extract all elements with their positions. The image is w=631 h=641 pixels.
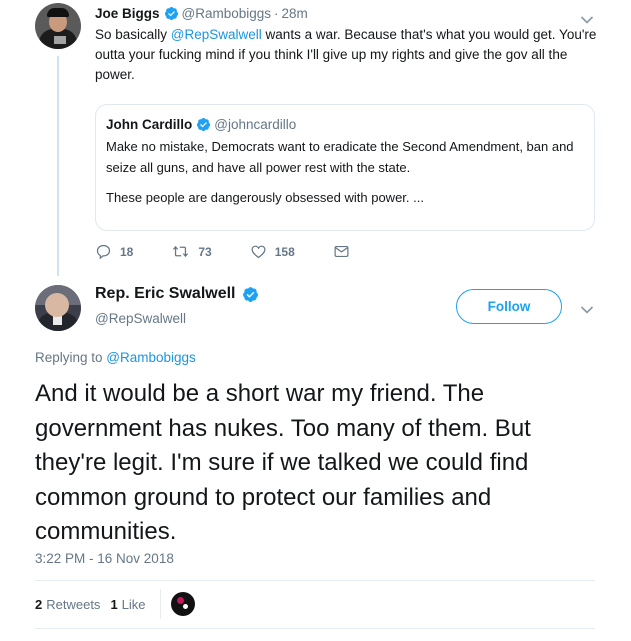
tweet2-text: And it would be a short war my friend. T… (35, 380, 531, 545)
replying-to-handle-link[interactable]: @Rambobiggs (106, 350, 196, 365)
tweet2-author-name[interactable]: Rep. Eric Swalwell (95, 285, 236, 303)
stats-separator (160, 589, 161, 619)
likes-label: Like (121, 597, 146, 612)
like-count: 158 (274, 244, 295, 259)
quoted-tweet-text-continued: These people are dangerously obsessed wi… (106, 190, 424, 205)
quoted-author-handle: @johncardillo (214, 117, 297, 132)
quoted-tweet-card[interactable]: John Cardillo @johncardillo Make no mist… (95, 104, 595, 231)
likes-stat[interactable]: 1 Like (110, 597, 145, 612)
liker-avatar[interactable] (171, 592, 195, 616)
tweet2-stats: 2 Retweets 1 Like (35, 597, 156, 612)
quoted-tweet-text: Make no mistake, Democrats want to eradi… (106, 139, 574, 175)
tweet1-text-before: So basically (95, 27, 171, 42)
retweet-icon (173, 245, 189, 258)
tweet1-time[interactable]: 28m (282, 6, 308, 21)
reply-button[interactable]: 18 (95, 243, 133, 260)
like-button[interactable]: 158 (250, 243, 295, 260)
tweet2-timestamp[interactable]: 3:22 PM - 16 Nov 2018 (35, 551, 174, 566)
quoted-tweet-header: John Cardillo @johncardillo (106, 117, 594, 132)
separator-dot: · (274, 6, 279, 21)
quoted-author-name: John Cardillo (106, 117, 193, 132)
verified-badge-icon (242, 286, 259, 303)
avatar-eric-swalwell[interactable] (35, 285, 81, 331)
tweet1-text: So basically @RepSwalwell wants a war. B… (95, 25, 605, 85)
retweets-label: Retweets (46, 597, 101, 612)
reply-count: 18 (120, 244, 134, 259)
direct-message-button[interactable] (333, 243, 358, 260)
follow-button[interactable]: Follow (456, 289, 562, 324)
replying-to-label: Replying to (35, 350, 107, 365)
tweet1-author-name[interactable]: Joe Biggs (95, 6, 160, 21)
tweet1-header: Joe Biggs @Rambobiggs · 28m (95, 6, 308, 21)
retweet-button[interactable]: 73 (171, 243, 212, 260)
tweet1-action-bar: 18 73 158 (95, 243, 396, 260)
retweet-count: 73 (198, 244, 212, 259)
chevron-down-icon[interactable] (580, 302, 594, 314)
like-icon (251, 245, 266, 259)
retweets-count: 2 (35, 597, 43, 612)
reply-icon (96, 244, 111, 260)
thread-connector-line (57, 56, 59, 276)
avatar-joe-biggs[interactable] (35, 3, 81, 49)
verified-badge-icon (196, 117, 211, 132)
replying-to: Replying to @Rambobiggs (35, 350, 196, 365)
tweet2-author: Rep. Eric Swalwell (95, 285, 262, 303)
tweet2-author-handle[interactable]: @RepSwalwell (95, 311, 186, 326)
divider (35, 628, 595, 629)
tweet1-author-handle[interactable]: @Rambobiggs (182, 6, 272, 21)
retweets-stat[interactable]: 2 Retweets (35, 597, 100, 612)
divider (35, 580, 595, 581)
tweet1-mention-link[interactable]: @RepSwalwell (171, 27, 262, 42)
verified-badge-icon (164, 6, 179, 21)
chevron-down-icon[interactable] (580, 12, 594, 24)
likes-count: 1 (110, 597, 118, 612)
direct-message-icon (334, 245, 349, 258)
